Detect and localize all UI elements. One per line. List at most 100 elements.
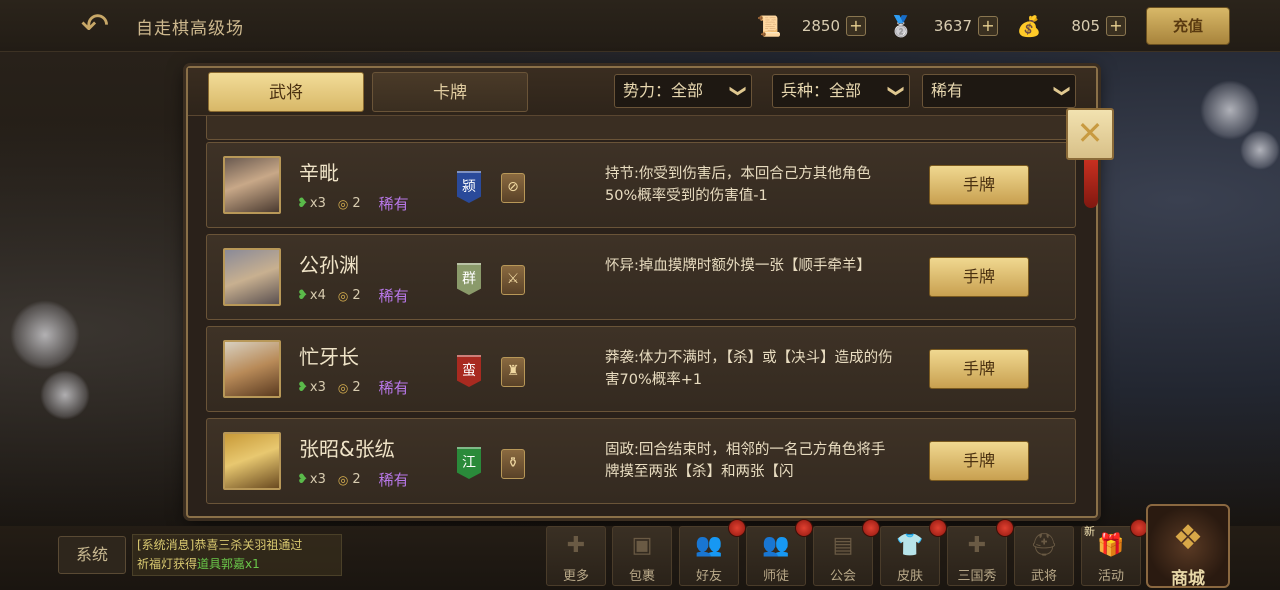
system-message[interactable]: [系统消息]恭喜三杀关羽祖通过 祈福灯获得道具郭嘉x1 <box>132 534 342 576</box>
notification-dot <box>929 519 947 537</box>
add-gold-button[interactable]: + <box>1106 16 1126 36</box>
skill-description: 莽袭:体力不满时，【杀】或【决斗】造成的伤害70%概率+1 <box>605 350 893 388</box>
currency-scroll: 📜 2850 + <box>752 10 866 42</box>
troop-filter-dropdown[interactable]: 兵种：全部 ❯ <box>772 74 910 108</box>
hero-card-panel: 武将 卡牌 势力：全部 ❯ 兵种：全部 ❯ 稀有 ❯ 辛毗 ❥ x3 ◎ 2 稀… <box>186 66 1098 518</box>
add-scroll-button[interactable]: + <box>846 16 866 36</box>
tassel-decoration <box>1084 160 1098 208</box>
notification-dot <box>728 519 746 537</box>
hero-hp: x3 <box>309 380 326 395</box>
class-icon: ⊘ <box>501 173 525 203</box>
hero-rarity: 稀有 <box>378 287 409 305</box>
health-icon: ❥ <box>297 380 308 395</box>
scroll-currency-icon: 📜 <box>756 14 782 38</box>
nav-label: 武将 <box>1030 569 1057 584</box>
hero-name: 辛毗 <box>299 161 339 185</box>
blossom-decoration <box>1240 130 1280 170</box>
hero-hp: x3 <box>309 472 326 487</box>
hero-stats: ❥ x3 ◎ 2 稀有 <box>297 377 409 398</box>
nav-mentor-button[interactable]: 👥 师徒 <box>746 519 813 586</box>
hand-card-button[interactable]: 手牌 <box>929 165 1029 205</box>
cost-icon: ◎ <box>337 380 349 395</box>
hand-card-button[interactable]: 手牌 <box>929 349 1029 389</box>
notification-dot <box>862 519 880 537</box>
close-icon: ✕ <box>1076 114 1104 152</box>
health-icon: ❥ <box>297 196 308 211</box>
hero-avatar[interactable] <box>223 248 281 306</box>
hero-row: 张昭&张纮 ❥ x3 ◎ 2 稀有 江 ⚱ 固政:回合结束时，相邻的一名己方角色… <box>206 418 1076 504</box>
hand-card-button[interactable]: 手牌 <box>929 441 1029 481</box>
nav-event-button[interactable]: 🎁 活动 新 <box>1081 519 1148 586</box>
hero-avatar[interactable] <box>223 340 281 398</box>
back-arrow-icon: ↶ <box>80 6 110 46</box>
hero-name: 忙牙长 <box>299 345 359 369</box>
class-icon: ⚔ <box>501 265 525 295</box>
class-icon: ♜ <box>501 357 525 387</box>
chevron-down-icon: ❯ <box>887 84 907 98</box>
shop-emblem-icon: ❖ <box>1172 518 1204 558</box>
hero-row: 辛毗 ❥ x3 ◎ 2 稀有 颍 ⊘ 持节:你受到伤害后，本回合己方其他角色50… <box>206 142 1076 228</box>
skill-description: 固政:回合结束时，相邻的一名己方角色将手牌摸至两张【杀】和两张【闪 <box>605 442 886 480</box>
system-message-line: 祈福灯获得道具郭嘉x1 <box>137 557 260 571</box>
page-title: 自走棋高级场 <box>136 19 244 39</box>
hero-stats: ❥ x4 ◎ 2 稀有 <box>297 285 409 306</box>
tabs-row: 武将 卡牌 势力：全部 ❯ 兵种：全部 ❯ 稀有 ❯ <box>188 68 1096 116</box>
hero-row: 公孙渊 ❥ x4 ◎ 2 稀有 群 ⚔ 怀异:掉血摸牌时额外摸一张【顺手牵羊】 … <box>206 234 1076 320</box>
hero-cost: 2 <box>352 472 361 487</box>
hero-cost: 2 <box>352 380 361 395</box>
currency-value: 2850 <box>801 17 840 35</box>
skill-description: 怀异:掉血摸牌时额外摸一张【顺手牵羊】 <box>605 258 871 274</box>
chevron-down-icon: ❯ <box>729 84 749 98</box>
close-button[interactable]: ✕ <box>1066 108 1114 160</box>
skin-icon: 👕 <box>896 533 924 558</box>
hero-row: 忙牙长 ❥ x3 ◎ 2 稀有 蛮 ♜ 莽袭:体力不满时，【杀】或【决斗】造成的… <box>206 326 1076 412</box>
hand-card-button[interactable]: 手牌 <box>929 257 1029 297</box>
hero-list[interactable]: 辛毗 ❥ x3 ◎ 2 稀有 颍 ⊘ 持节:你受到伤害后，本回合己方其他角色50… <box>206 116 1076 506</box>
tab-cards[interactable]: 卡牌 <box>372 72 528 112</box>
recharge-button[interactable]: 充值 <box>1146 7 1230 45</box>
list-item-partial <box>206 116 1076 140</box>
currency-silver: 🥈 3637 + <box>884 10 998 42</box>
faction-filter-label: 势力：全部 <box>623 81 704 100</box>
plus-icon: ✚ <box>566 533 586 558</box>
nav-skin-button[interactable]: 👕 皮肤 <box>880 519 947 586</box>
nav-general-button[interactable]: ⛑ 武将 <box>1014 526 1074 586</box>
gold-ingot-icon: 💰 <box>1016 14 1042 38</box>
nav-guild-button[interactable]: ▤ 公会 <box>813 519 880 586</box>
skill-description: 持节:你受到伤害后，本回合己方其他角色50%概率受到的伤害值-1 <box>605 166 871 204</box>
rarity-filter-dropdown[interactable]: 稀有 ❯ <box>922 74 1076 108</box>
nav-label: 包裹 <box>628 569 655 584</box>
nav-label: 公会 <box>829 569 856 584</box>
health-icon: ❥ <box>297 472 308 487</box>
faction-filter-dropdown[interactable]: 势力：全部 ❯ <box>614 74 752 108</box>
system-chat-button[interactable]: 系统 <box>58 536 126 574</box>
currency-value: 3637 <box>933 17 972 35</box>
hero-avatar[interactable] <box>223 156 281 214</box>
cost-icon: ◎ <box>337 472 349 487</box>
back-button[interactable]: ↶ <box>72 8 118 44</box>
troop-filter-label: 兵种：全部 <box>781 81 862 100</box>
general-icon: ⛑ <box>1030 533 1058 558</box>
nav-bag-button[interactable]: ▣ 包裹 <box>612 526 672 586</box>
tab-generals[interactable]: 武将 <box>208 72 364 112</box>
add-silver-button[interactable]: + <box>978 16 998 36</box>
nav-more-button[interactable]: ✚ 更多 <box>546 526 606 586</box>
nav-show-button[interactable]: ✚ 三国秀 <box>947 519 1014 586</box>
hero-hp: x3 <box>309 196 326 211</box>
faction-badge: 江 <box>457 447 481 479</box>
shop-button[interactable]: ❖ 商城 <box>1146 504 1230 589</box>
health-icon: ❥ <box>297 288 308 303</box>
notification-dot <box>996 519 1014 537</box>
bag-icon: ▣ <box>631 533 653 558</box>
hero-rarity: 稀有 <box>378 379 409 397</box>
notification-dot <box>795 519 813 537</box>
hero-name: 公孙渊 <box>299 253 359 277</box>
hero-stats: ❥ x3 ◎ 2 稀有 <box>297 193 409 214</box>
system-message-line: [系统消息]恭喜三杀关羽祖通过 <box>137 538 303 552</box>
silver-ingot-icon: 🥈 <box>888 14 914 38</box>
nav-friends-button[interactable]: 👥 好友 <box>679 519 746 586</box>
faction-badge: 群 <box>457 263 481 295</box>
hero-name: 张昭&张纮 <box>299 437 395 461</box>
hero-avatar[interactable] <box>223 432 281 490</box>
show-icon: ✚ <box>967 533 987 558</box>
